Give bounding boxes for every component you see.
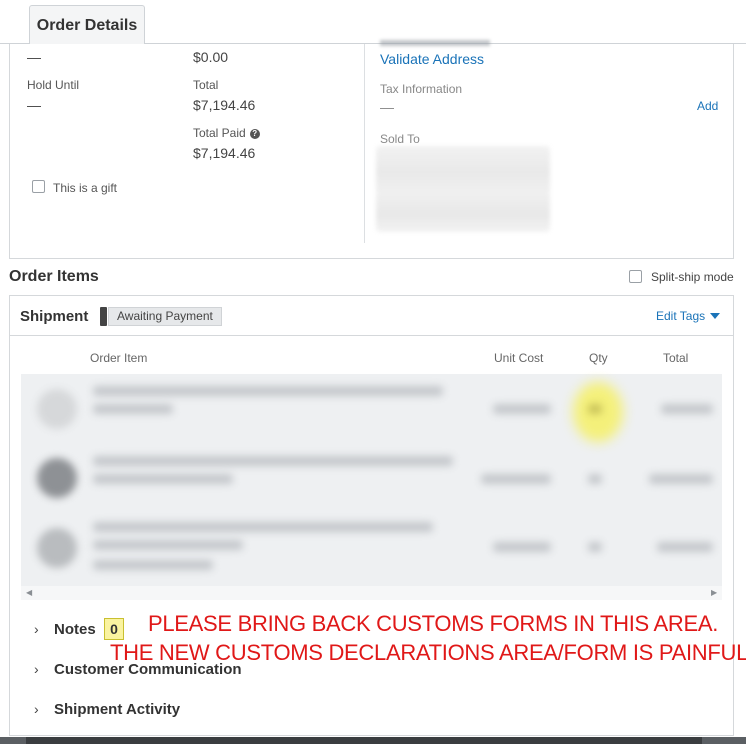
gift-label: This is a gift [53,181,118,195]
gift-checkbox[interactable] [32,180,45,193]
total-redacted [657,542,713,552]
unit-cost-redacted [493,542,551,552]
item-variant-redacted [93,560,213,570]
item-sku-redacted [93,404,173,414]
qty-redacted [588,542,602,552]
horizontal-scrollbar[interactable]: ◀ ▶ [21,586,722,600]
caret-down-icon [710,313,721,319]
column-header-qty: Qty [589,351,608,365]
total-value: $7,194.46 [193,97,256,113]
scroll-right-icon[interactable]: ▶ [711,588,717,597]
order-info-card: — $0.00 Hold Until — Total $7,194.46 Tot… [9,40,734,259]
chevron-right-icon: › [34,701,39,717]
scroll-left-icon[interactable]: ◀ [26,588,32,597]
split-ship-checkbox[interactable] [629,270,642,283]
requested-value: — [27,49,41,65]
hold-until-value: — [27,97,41,113]
hold-until-label: Hold Until [27,78,80,92]
split-ship-label: Split-ship mode [651,270,734,284]
total-paid-value: $7,194.46 [193,145,256,161]
shipping-paid-value: $0.00 [193,49,229,65]
table-row[interactable] [21,514,722,584]
column-header-unit-cost: Unit Cost [494,351,544,365]
validate-address-link[interactable]: Validate Address [380,51,484,67]
chevron-right-icon: › [34,621,39,637]
phone-number-clipped [380,40,490,46]
status-badge: Awaiting Payment [108,307,222,326]
item-sku-redacted [93,474,233,484]
shipment-header: Shipment Awaiting Payment Edit Tags [10,296,733,336]
product-thumbnail [37,528,77,568]
column-header-total: Total [663,351,689,365]
unit-cost-redacted [493,404,551,414]
tax-info-value: — [380,99,394,115]
item-name-redacted [93,522,433,532]
shipment-title: Shipment [20,308,89,325]
annotation-line-2: THE NEW CUSTOMS DECLARATIONS AREA/FORM I… [110,640,746,665]
notes-label: Notes [54,621,96,638]
tab-bar: Order Details [0,0,746,45]
qty-redacted [588,474,602,484]
order-items-title: Order Items [9,268,99,285]
tax-info-label: Tax Information [380,82,463,96]
table-row[interactable] [21,446,722,516]
product-thumbnail [37,458,77,498]
shipment-activity-label: Shipment Activity [54,701,181,718]
column-header-order-item: Order Item [90,351,148,365]
unit-cost-redacted [481,474,551,484]
column-divider [364,44,365,243]
edit-tags-label: Edit Tags [656,309,706,323]
help-icon[interactable]: ? [249,129,260,139]
sold-to-label: Sold To [380,132,420,146]
total-paid-label-wrap: Total Paid? [193,126,260,140]
item-sku-redacted [93,540,243,550]
shipment-activity-toggle[interactable]: › Shipment Activity [34,701,180,718]
qty-redacted [588,404,602,414]
tab-order-details[interactable]: Order Details [29,5,145,45]
bottom-scrollbar[interactable] [0,737,746,744]
item-name-redacted [93,456,453,466]
total-paid-label: Total Paid [193,126,246,140]
order-items-table [21,374,722,586]
status-badge-marker [100,307,107,326]
add-tax-info-link[interactable]: Add [697,99,718,113]
sold-to-address-redacted [376,146,550,232]
item-name-redacted [93,386,443,396]
total-redacted [661,404,713,414]
scrollbar-thumb[interactable] [26,737,702,744]
edit-tags-button[interactable]: Edit Tags [656,309,721,323]
notes-count-badge: 0 [104,618,124,640]
table-row[interactable] [21,374,722,444]
product-thumbnail [37,389,77,429]
chevron-right-icon: › [34,661,39,677]
total-redacted [649,474,713,484]
total-label: Total [193,78,219,92]
shipment-card: Shipment Awaiting Payment Edit Tags Orde… [9,295,746,736]
annotation-line-1: PLEASE BRING BACK CUSTOMS FORMS IN THIS … [148,611,719,636]
notes-section-toggle[interactable]: › Notes [34,621,96,638]
